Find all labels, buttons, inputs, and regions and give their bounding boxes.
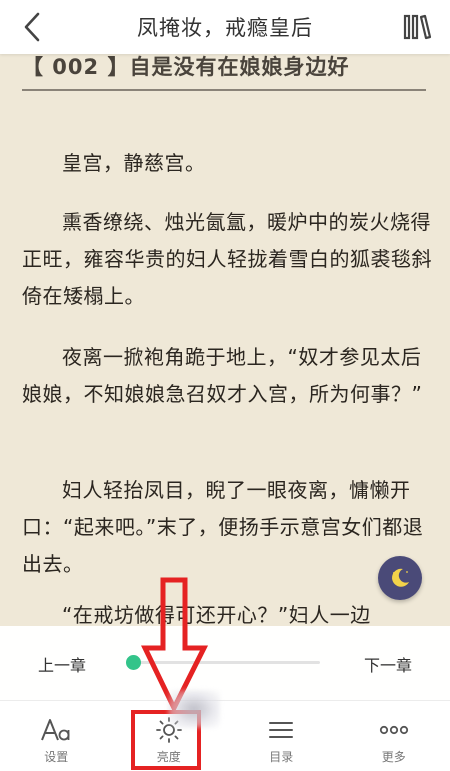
- bookshelf-button[interactable]: [396, 0, 440, 54]
- paragraph: 皇宫，静慈宫。: [62, 151, 206, 175]
- slider-thumb[interactable]: [126, 655, 141, 670]
- paragraph: 妇人轻抬凤目，睨了一眼夜离，慵懒开口：“起来吧。”末了，便扬手示意宫女们都退出去…: [22, 478, 424, 576]
- bookshelf-icon: [403, 14, 432, 40]
- paragraph: “在戒坊做得可还开心？”妇人一边: [62, 603, 371, 627]
- back-button[interactable]: [10, 0, 54, 54]
- paragraph: 夜离一掀袍角跪于地上，“奴才参见太后娘娘，不知娘娘急召奴才入宫，所为何事？”: [22, 345, 423, 406]
- toc-button[interactable]: 目录: [225, 701, 338, 771]
- more-label: 更多: [381, 750, 406, 764]
- blur-patch: [168, 690, 220, 728]
- more-icon: [378, 714, 410, 746]
- font-settings-icon: [39, 714, 73, 746]
- top-bar: 凤掩妆，戒瘾皇后: [0, 0, 450, 54]
- next-chapter-button[interactable]: 下一章: [364, 652, 412, 676]
- prev-chapter-button[interactable]: 上一章: [38, 652, 86, 676]
- night-mode-button[interactable]: [378, 556, 422, 600]
- chevron-left-icon: [24, 12, 40, 42]
- more-button[interactable]: 更多: [338, 701, 450, 771]
- bottom-toolbar: 设置 亮度 目录 更多: [0, 700, 450, 771]
- toc-label: 目录: [269, 750, 294, 764]
- list-icon: [266, 714, 296, 746]
- settings-label: 设置: [44, 750, 69, 764]
- chapter-divider: [22, 89, 426, 91]
- moon-icon: [392, 568, 409, 587]
- paragraph: 熏香缭绕、烛光氤氲，暖炉中的炭火烧得正旺，雍容华贵的妇人轻拢着雪白的狐裘毯斜倚在…: [22, 210, 432, 308]
- settings-button[interactable]: 设置: [0, 701, 113, 771]
- chapter-heading: 【 002 】自是没有在娘娘身边好: [22, 55, 350, 79]
- book-title: 凤掩妆，戒瘾皇后: [137, 16, 313, 40]
- chapter-progress-panel: 上一章 下一章: [0, 626, 450, 700]
